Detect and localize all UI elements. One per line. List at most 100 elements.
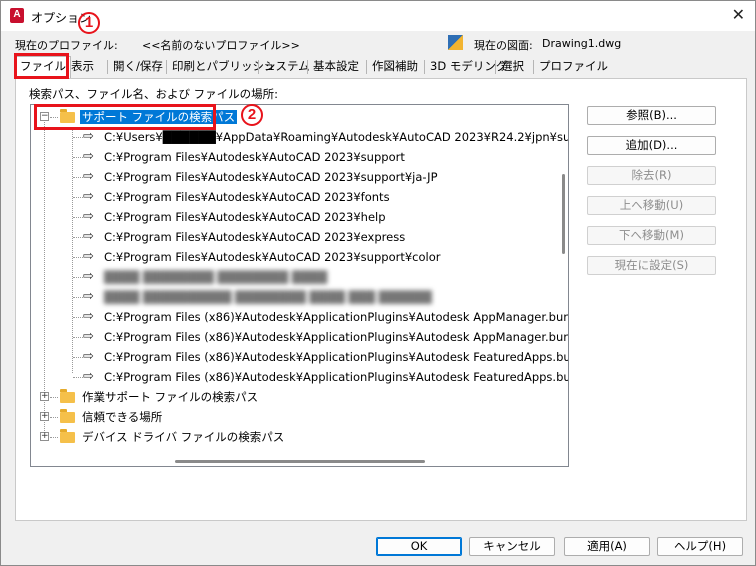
- path-text: C:¥Program Files¥Autodesk¥AutoCAD 2023¥e…: [104, 230, 406, 244]
- annotation-number-1: 1: [78, 12, 100, 34]
- path-arrow-icon: ⇨: [83, 289, 94, 304]
- tab-strip: ファイル 表示 開く/保存 印刷とパブリッシュ システム 基本設定 作図補助 3…: [15, 56, 747, 79]
- path-text: C:¥Program Files (x86)¥Autodesk¥Applicat…: [104, 310, 569, 324]
- path-text: ████ ██████████ ████████ ████ ███ ██████: [104, 290, 432, 304]
- path-arrow-icon: ⇨: [83, 329, 94, 344]
- tab-display[interactable]: 表示: [67, 57, 98, 77]
- current-drawing-label: 現在の図面:: [474, 39, 533, 52]
- tree-line: [73, 137, 83, 138]
- set-current-button[interactable]: 現在に設定(S): [587, 256, 716, 275]
- path-arrow-icon: ⇨: [83, 249, 94, 264]
- tree-path-item[interactable]: ⇨ ████ ██████████ ████████ ████ ███ █████…: [31, 287, 568, 307]
- path-text: C:¥Program Files (x86)¥Autodesk¥Applicat…: [104, 370, 569, 384]
- path-text: C:¥Program Files (x86)¥Autodesk¥Applicat…: [104, 350, 569, 364]
- tree-path-item[interactable]: ⇨ C:¥Program Files (x86)¥Autodesk¥Applica…: [31, 327, 568, 347]
- tree-path-item[interactable]: ⇨ C:¥Program Files¥Autodesk¥AutoCAD 2023¥…: [31, 187, 568, 207]
- apply-button[interactable]: 適用(A): [564, 537, 650, 556]
- browse-button[interactable]: 参照(B)...: [587, 106, 716, 125]
- horizontal-scrollbar[interactable]: [35, 460, 560, 463]
- move-up-button[interactable]: 上へ移動(U): [587, 196, 716, 215]
- tree-line: [73, 257, 83, 258]
- tree-line: [50, 437, 58, 438]
- tree-path-item[interactable]: ⇨ C:¥Program Files¥Autodesk¥AutoCAD 2023¥…: [31, 207, 568, 227]
- tree-line: [73, 337, 83, 338]
- tree-line: [73, 317, 83, 318]
- vertical-scrollbar[interactable]: [562, 109, 565, 454]
- path-arrow-icon: ⇨: [83, 269, 94, 284]
- cancel-button[interactable]: キャンセル: [469, 537, 555, 556]
- options-dialog: A オプション ✕ 現在のプロファイル: <<名前のないプロファイル>> 現在の…: [0, 0, 756, 566]
- tab-separator: [258, 60, 259, 74]
- tree-line: [73, 357, 83, 358]
- files-tab-panel: 検索パス、ファイル名、および ファイルの場所: − サポート ファイルの検索パス…: [15, 78, 747, 521]
- scrollbar-thumb[interactable]: [175, 460, 425, 463]
- annotation-highlight-files-tab: [14, 53, 69, 79]
- scrollbar-thumb[interactable]: [562, 174, 565, 254]
- tree-node-label: 作業サポート ファイルの検索パス: [82, 390, 259, 404]
- move-down-button[interactable]: 下へ移動(M): [587, 226, 716, 245]
- tree-path-item[interactable]: ⇨ C:¥Program Files¥Autodesk¥AutoCAD 2023¥…: [31, 227, 568, 247]
- expand-icon[interactable]: +: [40, 432, 49, 441]
- tree-path-item[interactable]: ⇨ C:¥Program Files¥Autodesk¥AutoCAD 2023¥…: [31, 167, 568, 187]
- tree-path-item[interactable]: ⇨ C:¥Program Files¥Autodesk¥AutoCAD 2023¥…: [31, 247, 568, 267]
- current-drawing-value: Drawing1.dwg: [542, 37, 622, 50]
- tree-node-working-support-path[interactable]: + 作業サポート ファイルの検索パス: [31, 387, 331, 407]
- tree-path-item[interactable]: ⇨ C:¥Program Files¥Autodesk¥AutoCAD 2023¥…: [31, 147, 568, 167]
- tree-line: [73, 277, 83, 278]
- tree-node-trusted-locations[interactable]: + 信頼できる場所: [31, 407, 331, 427]
- path-text: C:¥Program Files¥Autodesk¥AutoCAD 2023¥f…: [104, 190, 390, 204]
- annotation-number-2: 2: [241, 104, 263, 126]
- tree-path-item[interactable]: ⇨ ████ ████████ ████████ ████: [31, 267, 568, 287]
- title-bar: A オプション ✕: [1, 1, 755, 31]
- tree-line: [73, 197, 83, 198]
- folder-icon: [60, 409, 75, 423]
- tree-line: [73, 297, 83, 298]
- close-icon[interactable]: ✕: [732, 5, 745, 24]
- path-arrow-icon: ⇨: [83, 129, 94, 144]
- tree-path-item[interactable]: ⇨ C:¥Program Files (x86)¥Autodesk¥Applica…: [31, 307, 569, 327]
- add-button[interactable]: 追加(D)...: [587, 136, 716, 155]
- tree-path-item[interactable]: ⇨ C:¥Users¥██████¥AppData¥Roaming¥Autodes…: [31, 127, 569, 147]
- tree-line: [73, 377, 83, 378]
- path-text: C:¥Program Files¥Autodesk¥AutoCAD 2023¥h…: [104, 210, 386, 224]
- tree-path-item[interactable]: ⇨ C:¥Program Files (x86)¥Autodesk¥Applica…: [31, 367, 569, 387]
- tree-line: [50, 417, 58, 418]
- current-profile-value: <<名前のないプロファイル>>: [142, 39, 300, 52]
- autocad-app-icon: A: [10, 8, 24, 23]
- path-arrow-icon: ⇨: [83, 149, 94, 164]
- tab-separator: [366, 60, 367, 74]
- ok-button[interactable]: OK: [376, 537, 462, 556]
- tab-separator: [424, 60, 425, 74]
- tab-system[interactable]: システム: [260, 57, 314, 77]
- tab-selection[interactable]: 選択: [497, 57, 528, 77]
- tree-line: [73, 157, 83, 158]
- tree-path-item[interactable]: ⇨ C:¥Program Files (x86)¥Autodesk¥Applica…: [31, 347, 569, 367]
- search-paths-tree[interactable]: − サポート ファイルの検索パス ⇨ C:¥Users¥██████¥AppDat…: [30, 104, 569, 467]
- expand-icon[interactable]: +: [40, 412, 49, 421]
- tab-separator: [166, 60, 167, 74]
- tree-line: [73, 177, 83, 178]
- drawing-icon: [448, 35, 463, 50]
- tab-separator: [533, 60, 534, 74]
- path-arrow-icon: ⇨: [83, 189, 94, 204]
- folder-icon: [60, 429, 75, 443]
- tab-drafting[interactable]: 作図補助: [368, 57, 422, 77]
- current-profile-label: 現在のプロファイル:: [15, 39, 118, 52]
- path-arrow-icon: ⇨: [83, 369, 94, 384]
- path-arrow-icon: ⇨: [83, 229, 94, 244]
- tree-node-device-driver-path[interactable]: + デバイス ドライバ ファイルの検索パス: [31, 427, 331, 447]
- help-button[interactable]: ヘルプ(H): [657, 537, 743, 556]
- tab-open-save[interactable]: 開く/保存: [109, 57, 167, 77]
- tree-node-label: デバイス ドライバ ファイルの検索パス: [82, 430, 285, 444]
- path-arrow-icon: ⇨: [83, 169, 94, 184]
- path-arrow-icon: ⇨: [83, 309, 94, 324]
- tab-user-preferences[interactable]: 基本設定: [309, 57, 363, 77]
- remove-button[interactable]: 除去(R): [587, 166, 716, 185]
- tab-separator: [495, 60, 496, 74]
- path-text: C:¥Users¥██████¥AppData¥Roaming¥Autodesk…: [104, 130, 569, 144]
- path-text: C:¥Program Files¥Autodesk¥AutoCAD 2023¥s…: [104, 150, 405, 164]
- path-text: ████ ████████ ████████ ████: [104, 270, 328, 284]
- expand-icon[interactable]: +: [40, 392, 49, 401]
- tab-profiles[interactable]: プロファイル: [535, 57, 612, 77]
- path-text: C:¥Program Files¥Autodesk¥AutoCAD 2023¥s…: [104, 250, 441, 264]
